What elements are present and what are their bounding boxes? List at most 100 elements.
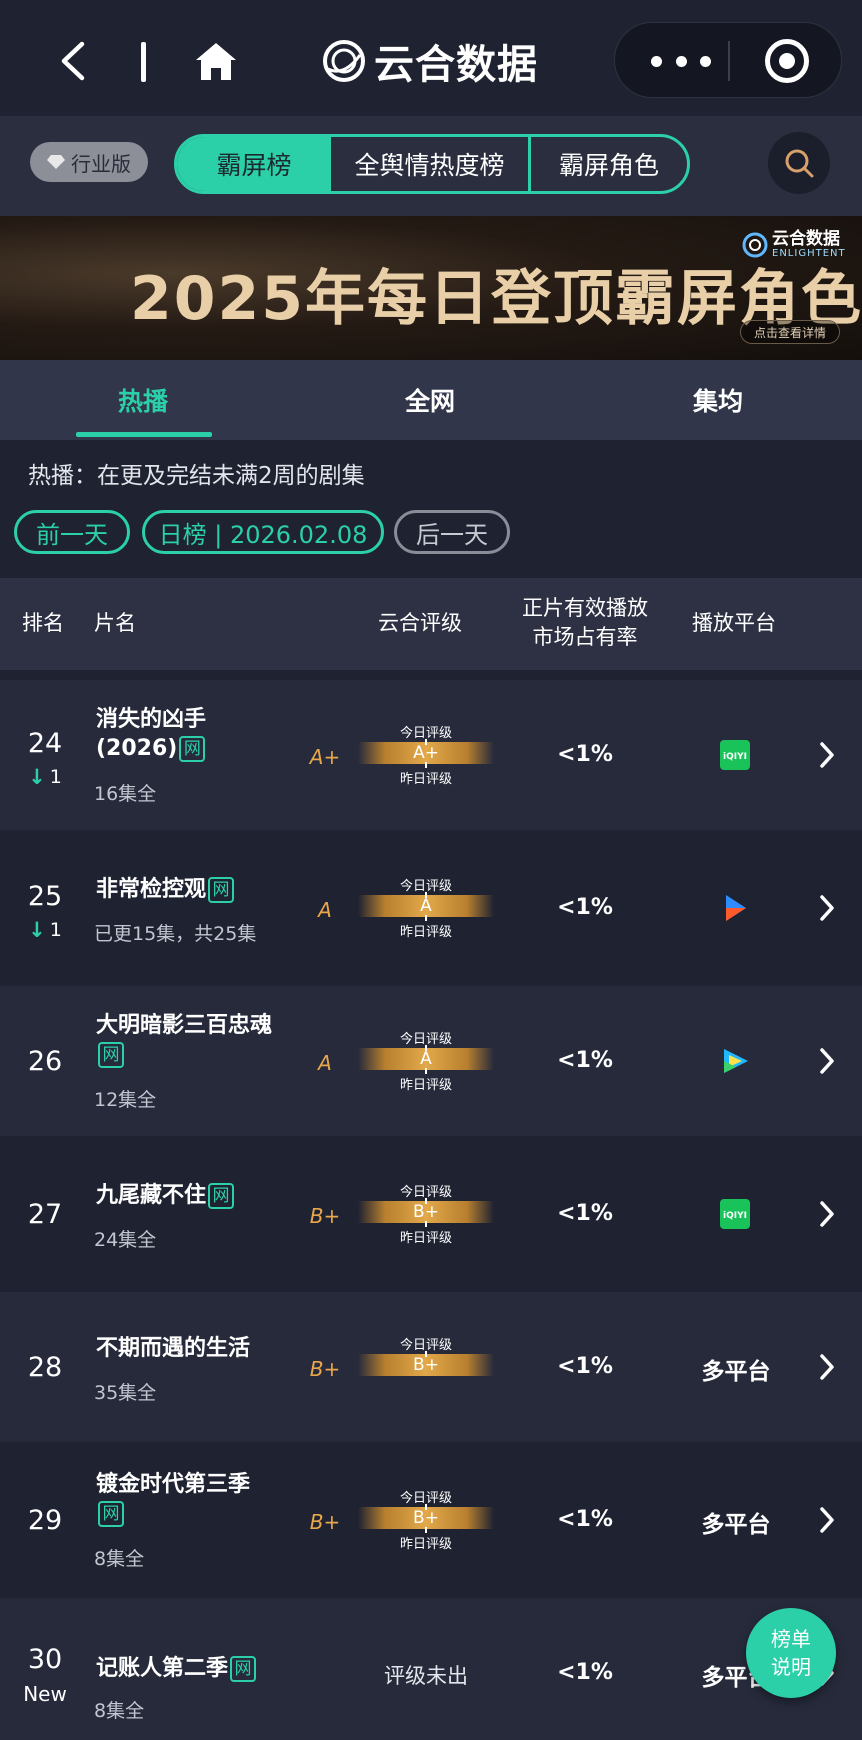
- mini-program-capsule: [614, 22, 842, 98]
- table-row[interactable]: 29 镀金时代第三季网 8集全 B+ 今日评级 B+ 昨日评级 <1% 多平台: [0, 1445, 862, 1595]
- header-platform: 播放平台: [692, 611, 776, 635]
- table-row[interactable]: 30 New 记账人第二季网 8集全 评级未出 <1% 多平台: [0, 1598, 862, 1740]
- table-row[interactable]: 26 大明暗影三百忠魂网 12集全 A 今日评级 A 昨日评级 <1%: [0, 986, 862, 1136]
- chevron-right-icon[interactable]: [818, 741, 836, 769]
- down-arrow-icon: ↓: [28, 918, 46, 942]
- web-drama-tag: 网: [98, 1501, 124, 1527]
- chevron-right-icon[interactable]: [818, 894, 836, 922]
- more-icon[interactable]: [651, 47, 711, 75]
- show-title[interactable]: 消失的凶手(2026) 网: [96, 705, 276, 763]
- tab-all-network[interactable]: 全网: [405, 382, 455, 418]
- edition-badge[interactable]: 行业版: [30, 142, 148, 182]
- search-button[interactable]: [768, 132, 830, 194]
- header-market-share-line2: 市场占有率: [532, 625, 638, 649]
- svg-text:iQIYI: iQIYI: [723, 752, 747, 762]
- help-label-line1: 榜单: [771, 1627, 811, 1651]
- yesterday-grade-label: 昨日评级: [399, 1537, 452, 1552]
- new-entry-label: New: [23, 1682, 67, 1706]
- banner-detail-button[interactable]: 点击查看详情: [740, 320, 840, 344]
- web-drama-tag: 网: [98, 1042, 124, 1068]
- date-selector[interactable]: 日榜 | 2026.02.08: [142, 510, 384, 554]
- table-header: 排名 片名 云合评级 正片有效播放 市场占有率 播放平台: [0, 578, 862, 670]
- episode-info: 35集全: [94, 1382, 157, 1404]
- promo-banner[interactable]: 2025年每日登顶霸屏角色 云合数据 ENLIGHTENT 点击查看详情: [0, 216, 862, 360]
- brand-logo-icon: [323, 40, 365, 82]
- episode-info: 12集全: [94, 1089, 157, 1111]
- grade-compare: 今日评级 A 昨日评级: [358, 1028, 494, 1093]
- prev-day-button[interactable]: 前一天: [14, 510, 130, 554]
- show-title[interactable]: 大明暗影三百忠魂网: [96, 1011, 276, 1069]
- market-share: <1%: [557, 1507, 613, 1532]
- back-arrow-icon[interactable]: [56, 40, 90, 82]
- header-grade: 云合评级: [378, 611, 462, 635]
- yesterday-grade-label: 昨日评级: [399, 1231, 452, 1246]
- market-share: <1%: [557, 1048, 613, 1073]
- rank-change: ↓ 1: [0, 918, 90, 942]
- ranking-help-button[interactable]: 榜单 说明: [746, 1608, 836, 1698]
- yesterday-grade-label: 昨日评级: [399, 925, 452, 940]
- rank-number: 29: [27, 1505, 63, 1536]
- show-title-text: 不期而遇的生活: [96, 1336, 251, 1361]
- show-title-text: 记账人第二季: [96, 1656, 229, 1681]
- diamond-icon: [47, 155, 65, 169]
- grade-value: A: [318, 898, 332, 922]
- tab-roles[interactable]: 霸屏角色: [531, 137, 687, 191]
- tab-bapingbang[interactable]: 霸屏榜: [177, 137, 331, 191]
- web-drama-tag: 网: [208, 1183, 235, 1209]
- web-drama-tag: 网: [230, 1656, 257, 1682]
- home-icon[interactable]: [194, 40, 238, 82]
- web-drama-tag: 网: [179, 736, 206, 762]
- market-share: <1%: [557, 1201, 613, 1226]
- grade-compare: 今日评级 B+: [358, 1334, 494, 1396]
- table-row[interactable]: 27 九尾藏不住网 24集全 B+ 今日评级 B+ 昨日评级 <1% iQIYI: [0, 1139, 862, 1289]
- grade-value: A+: [309, 745, 341, 769]
- capsule-divider: [728, 41, 730, 81]
- show-title[interactable]: 不期而遇的生活: [96, 1334, 296, 1363]
- brand-name: 云合数据: [374, 42, 538, 88]
- ranking-segment-control: 霸屏榜 全舆情热度榜 霸屏角色: [174, 134, 690, 194]
- show-title[interactable]: 记账人第二季网: [96, 1654, 316, 1683]
- show-title[interactable]: 九尾藏不住网: [96, 1181, 296, 1210]
- rank-number: 24: [27, 728, 63, 759]
- header-market-share: 正片有效播放 市场占有率: [512, 594, 658, 652]
- today-grade-bar: B+: [358, 1507, 494, 1529]
- chevron-right-icon[interactable]: [818, 1047, 836, 1075]
- tab-full-sentiment[interactable]: 全舆情热度榜: [331, 137, 531, 191]
- tab-episode-average[interactable]: 集均: [693, 382, 743, 418]
- table-row[interactable]: 28 不期而遇的生活 35集全 B+ 今日评级 B+ <1% 多平台: [0, 1292, 862, 1442]
- close-target-icon[interactable]: [765, 39, 809, 83]
- top-nav-bar: 云合数据: [0, 0, 862, 116]
- iqiyi-icon: iQIYI: [720, 740, 750, 770]
- show-title[interactable]: 非常检控观网: [96, 875, 296, 904]
- episode-info: 8集全: [94, 1700, 145, 1722]
- grade-compare: 今日评级 A 昨日评级: [358, 875, 494, 940]
- today-grade-bar: B+: [358, 1354, 494, 1376]
- youku-icon: [726, 895, 746, 921]
- category-description: 热播：在更及完结未满2周的剧集: [28, 463, 365, 489]
- chevron-right-icon[interactable]: [818, 1506, 836, 1534]
- banner-logo-text: 云合数据: [772, 229, 840, 249]
- down-arrow-icon: ↓: [28, 765, 46, 789]
- next-day-button[interactable]: 后一天: [394, 510, 510, 554]
- chevron-right-icon[interactable]: [818, 1200, 836, 1228]
- iqiyi-icon: iQIYI: [720, 1199, 750, 1229]
- grade-value: B+: [309, 1357, 341, 1381]
- rank-number: 30: [27, 1644, 63, 1675]
- grade-value: B+: [309, 1510, 341, 1534]
- platform-name: 多平台: [701, 1512, 771, 1538]
- banner-logo-icon: [742, 232, 768, 257]
- tab-hot-playing[interactable]: 热播: [118, 382, 168, 418]
- table-row[interactable]: 24 ↓ 1 消失的凶手(2026) 网 16集全 A+ 今日评级 A+ 昨日评级…: [0, 680, 862, 830]
- rank-change-value: 1: [49, 919, 62, 941]
- active-tab-indicator: [76, 432, 212, 437]
- chevron-right-icon[interactable]: [818, 1353, 836, 1381]
- banner-logo-subtext: ENLIGHTENT: [772, 248, 846, 259]
- today-grade-bar: B+: [358, 1201, 494, 1223]
- grade-pending: 评级未出: [384, 1664, 468, 1688]
- brand: 云合数据: [322, 34, 538, 88]
- table-row[interactable]: 25 ↓ 1 非常检控观网 已更15集，共25集 A 今日评级 A 昨日评级 <…: [0, 833, 862, 983]
- grade-compare: 今日评级 B+ 昨日评级: [358, 1487, 494, 1552]
- show-title[interactable]: 镀金时代第三季网: [96, 1470, 276, 1528]
- rank-number: 28: [27, 1352, 63, 1383]
- yesterday-grade-label: 昨日评级: [399, 772, 452, 787]
